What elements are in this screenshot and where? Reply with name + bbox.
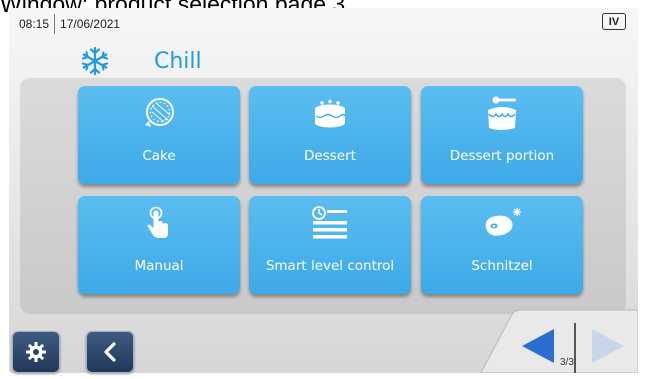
page-indicator: 3/3 [560, 357, 574, 368]
previous-page-arrow[interactable] [520, 327, 556, 365]
tile-manual[interactable]: Manual [78, 196, 240, 294]
tile-smart-level-control[interactable]: Smart level control [249, 196, 411, 294]
layer-cake-icon [315, 99, 346, 128]
tile-dessert[interactable]: Dessert [249, 86, 411, 184]
tile-label: Manual [134, 258, 184, 274]
tile-label: Smart level control [265, 258, 395, 274]
dessert-portion-icon [488, 96, 516, 130]
status-divider [54, 14, 56, 34]
page-title: Chill [154, 48, 202, 74]
current-date: 17/06/2021 [60, 17, 121, 31]
tile-label: Cake [142, 148, 176, 164]
smart-level-icon [312, 206, 347, 239]
mode-badge[interactable]: IV [602, 13, 626, 30]
gear-icon [26, 342, 46, 362]
clock-time: 08:15 [19, 17, 50, 31]
pager-divider [574, 323, 576, 373]
tile-label: Dessert [304, 148, 356, 164]
touch-hand-icon [147, 206, 168, 238]
settings-button[interactable] [12, 331, 60, 373]
tile-cake[interactable]: Cake [78, 86, 240, 184]
hmi-screen: 08:15 17/06/2021 IV Chill Cake Dessert D… [9, 8, 638, 373]
tile-dessert-portion[interactable]: Dessert portion [421, 86, 583, 184]
tile-label: Schnitzel [471, 258, 533, 274]
back-button[interactable] [86, 331, 134, 373]
page-header: Chill [77, 44, 202, 78]
tile-schnitzel[interactable]: Schnitzel [421, 196, 583, 294]
cake-tart-icon [145, 98, 174, 127]
schnitzel-icon [485, 208, 521, 236]
tile-label: Dessert portion [449, 148, 555, 164]
status-bar: 08:15 17/06/2021 [19, 14, 120, 34]
next-page-arrow [592, 329, 624, 363]
snowflake-icon [81, 46, 109, 76]
chevron-left-icon [104, 342, 116, 362]
